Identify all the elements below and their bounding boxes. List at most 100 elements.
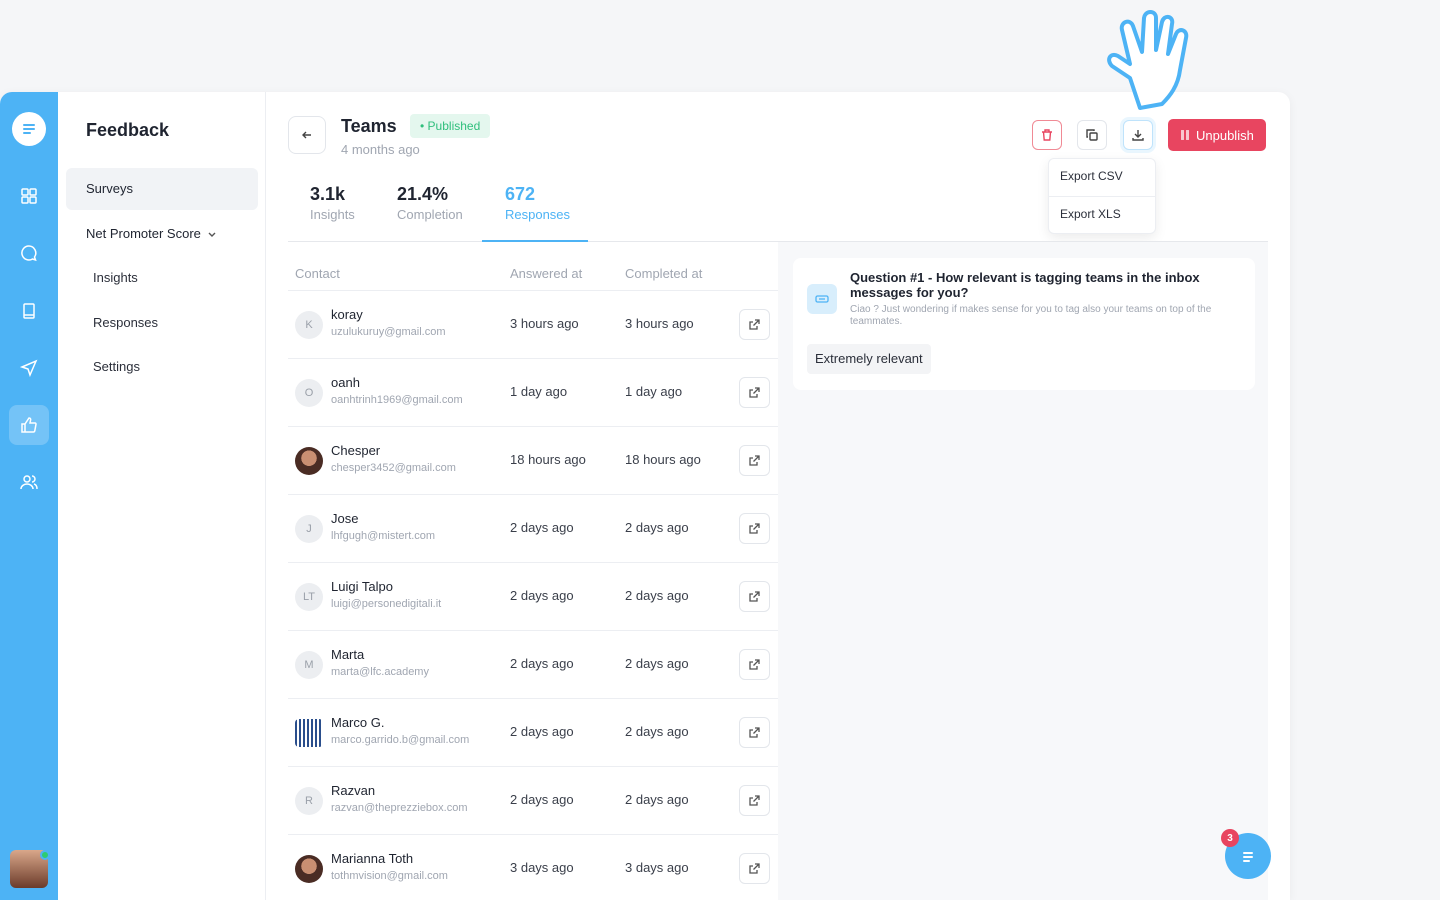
answered-at: 3 hours ago [510, 316, 579, 331]
book-icon[interactable] [9, 291, 49, 331]
sidebar-item-nps-label: Net Promoter Score [86, 226, 201, 241]
stat-value: 672 [505, 184, 536, 204]
table-row[interactable]: J Jose lhfgugh@mistert.com 2 days ago 2 days… [288, 494, 778, 562]
completed-at: 3 hours ago [625, 316, 694, 331]
thumbs-up-icon[interactable] [9, 405, 49, 445]
status-badge-label: Published [427, 119, 481, 133]
contact-name: oanh [331, 375, 360, 390]
icon-rail [0, 92, 58, 900]
response-detail-panel: Question #1 - How relevant is tagging te… [778, 242, 1268, 900]
completed-at: 3 days ago [625, 860, 689, 875]
contact-email: chesper3452@gmail.com [331, 462, 456, 474]
chat-bubble-icon[interactable] [9, 233, 49, 273]
contact-email: luigi@personedigitali.it [331, 598, 442, 610]
contact-email: marta@lfc.academy [331, 666, 429, 678]
tab-completion[interactable]: 21.4% Completion [397, 184, 463, 222]
contact-name: Marta [331, 647, 365, 662]
contact-email: uzulukuruy@gmail.com [331, 326, 446, 338]
pointer-hand-icon [1107, 10, 1189, 110]
question-card: Question #1 - How relevant is tagging te… [793, 258, 1255, 390]
contact-email: tothmvision@gmail.com [331, 870, 448, 882]
copy-icon [1086, 129, 1098, 141]
column-header-completed: Completed at [625, 266, 703, 281]
open-response-button[interactable] [739, 309, 770, 340]
answer-value: Extremely relevant [807, 344, 931, 374]
duplicate-button[interactable] [1077, 120, 1107, 150]
back-button[interactable] [288, 116, 326, 154]
column-header-answered: Answered at [510, 266, 583, 281]
external-link-icon [749, 795, 760, 806]
contact-avatar: LT [295, 583, 323, 611]
external-link-icon [749, 523, 760, 534]
open-response-button[interactable] [739, 649, 770, 680]
table-row[interactable]: Marco G. marco.garrido.b@gmail.com 2 days … [288, 698, 778, 766]
unpublish-button[interactable]: Unpublish [1168, 119, 1266, 151]
question-title: Question #1 - How relevant is tagging te… [850, 270, 1200, 300]
contact-avatar [295, 447, 323, 475]
open-response-button[interactable] [739, 513, 770, 544]
answered-at: 3 days ago [510, 860, 574, 875]
chevron-down-icon [208, 232, 216, 237]
open-response-button[interactable] [739, 377, 770, 408]
stats-tabs: 3.1k Insights 21.4% Completion 672 Respo… [288, 184, 1268, 242]
app-logo-icon[interactable] [12, 112, 46, 146]
open-response-button[interactable] [739, 717, 770, 748]
open-response-button[interactable] [739, 785, 770, 816]
external-link-icon [749, 727, 760, 738]
table-row[interactable]: M Marta marta@lfc.academy 2 days ago 2 days … [288, 630, 778, 698]
external-link-icon [749, 455, 760, 466]
contact-name: Luigi Talpo [331, 579, 393, 594]
main-content: Teams • Published 4 months ago Unpublish… [266, 92, 1290, 900]
answered-at: 1 day ago [510, 384, 568, 399]
users-icon[interactable] [9, 462, 49, 502]
table-row[interactable]: LT Luigi Talpo luigi@personedigitali.it 2 d… [288, 562, 778, 630]
tab-insights[interactable]: 3.1k Insights [310, 184, 355, 222]
send-icon[interactable] [9, 348, 49, 388]
feedback-sidebar: Feedback Surveys Net Promoter Score Insi… [58, 92, 266, 900]
chat-unread-badge: 3 [1221, 829, 1239, 847]
external-link-icon [749, 387, 760, 398]
table-row[interactable]: Kkoray uzulukuruy@gmail.com 3 hours ago 3 h… [288, 290, 778, 358]
sidebar-item-insights[interactable]: Insights [93, 270, 138, 285]
sidebar-item-nps[interactable]: Net Promoter Score [86, 226, 217, 241]
table-row[interactable]: Chesper chesper3452@gmail.com 18 hours ago… [288, 426, 778, 494]
table-row[interactable]: Marianna Toth tothmvision@gmail.com 3 days… [288, 834, 778, 900]
sidebar-item-settings[interactable]: Settings [93, 359, 140, 374]
contact-email: marco.garrido.b@gmail.com [331, 734, 470, 746]
stat-value: 3.1k [310, 184, 346, 204]
external-link-icon [749, 591, 760, 602]
open-response-button[interactable] [739, 445, 770, 476]
open-response-button[interactable] [739, 853, 770, 884]
contact-email: oanhtrinh1969@gmail.com [331, 394, 463, 406]
sidebar-item-surveys[interactable]: Surveys [66, 168, 258, 210]
contact-avatar [295, 719, 323, 747]
download-button[interactable] [1123, 120, 1153, 150]
external-link-icon [749, 659, 760, 670]
contact-avatar: J [295, 515, 323, 543]
delete-button[interactable] [1032, 120, 1062, 150]
input-field-icon [807, 284, 837, 314]
active-tab-underline [482, 240, 588, 242]
chat-icon [1243, 852, 1253, 862]
stat-label: Responses [505, 207, 571, 222]
table-row[interactable]: R Razvan razvan@theprezziebox.com 2 days ag… [288, 766, 778, 834]
contact-email: lhfgugh@mistert.com [331, 530, 436, 542]
open-response-button[interactable] [739, 581, 770, 612]
dashboard-icon[interactable] [9, 176, 49, 216]
sidebar-item-responses[interactable]: Responses [93, 315, 158, 330]
table-row[interactable]: Ooanh oanhtrinh1969@gmail.com 1 day ago 1 d… [288, 358, 778, 426]
completed-at: 1 day ago [625, 384, 683, 399]
tab-responses[interactable]: 672 Responses [505, 184, 570, 222]
contact-avatar: O [295, 379, 323, 407]
sidebar-title: Feedback [86, 120, 170, 140]
stat-value: 21.4% [397, 184, 449, 204]
contact-name: Jose [331, 511, 359, 526]
pause-icon [1181, 130, 1189, 140]
app-window: Feedback Surveys Net Promoter Score Insi… [0, 92, 1290, 900]
contact-name: Chesper [331, 443, 381, 458]
status-badge: • Published [410, 114, 491, 138]
answered-at: 2 days ago [510, 724, 574, 739]
answered-at: 2 days ago [510, 656, 574, 671]
question-description: Ciao ? Just wondering if makes sense for… [850, 304, 1212, 327]
contact-avatar: M [295, 651, 323, 679]
